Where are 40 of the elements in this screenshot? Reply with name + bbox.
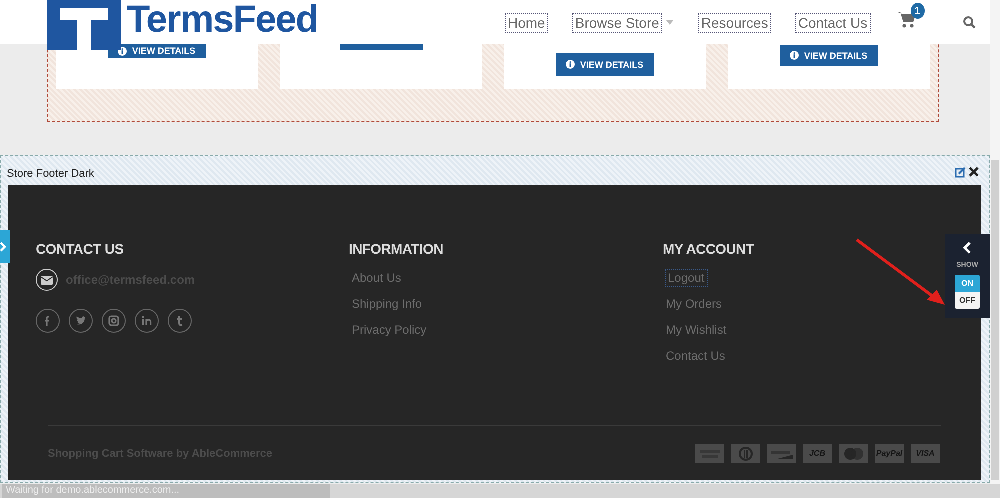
toggle-option[interactable]: OFF [955,292,980,309]
scrollbar[interactable] [990,0,1000,485]
footer-link[interactable]: Logout [665,269,708,287]
footer-link[interactable]: About Us [349,269,404,287]
info-icon [566,60,576,69]
close-icon[interactable] [969,167,979,177]
payment-card-icon [839,444,868,463]
view-details-button[interactable]: VIEW DETAILS [108,44,206,58]
footer-heading: CONTACT US [36,241,125,257]
payment-card-icon [695,444,724,463]
payment-card-icon [731,444,760,463]
nav-link[interactable]: Contact Us [795,12,871,32]
footer-link[interactable]: Privacy Policy [349,321,430,339]
footer-link[interactable]: Contact Us [663,347,728,365]
email-icon [36,269,58,291]
footer-heading: INFORMATION [349,241,444,257]
chevron-left-icon[interactable] [963,242,972,254]
twitter-icon[interactable] [69,309,93,333]
footer-heading: MY ACCOUNT [663,241,756,257]
widget-title: Store Footer Dark [7,168,94,180]
search-icon[interactable] [962,16,976,29]
view-details-button[interactable]: VIEW DETAILS [780,45,878,66]
toggle-option[interactable]: ON [955,275,980,292]
edit-icon[interactable] [955,167,966,178]
footer-link[interactable]: Shipping Info [349,295,426,313]
nav-link[interactable]: Resources [698,12,772,32]
linkedin-icon[interactable] [135,309,159,333]
tumblr-icon[interactable] [168,309,192,333]
nav-link[interactable]: Browse Store [572,12,662,32]
expand-tab[interactable] [0,230,10,263]
instagram-icon[interactable] [102,309,126,333]
info-icon [790,51,800,60]
cart-badge: 1 [910,3,925,19]
view-details-button[interactable]: VIEW DETAILS [556,53,654,76]
chevron-right-icon [0,242,7,252]
nav-link[interactable]: Home [505,12,548,32]
footer-link[interactable]: My Wishlist [663,321,730,339]
footer-link[interactable]: My Orders [663,295,726,313]
payment-card-icon [767,444,796,463]
facebook-icon[interactable] [36,309,60,333]
